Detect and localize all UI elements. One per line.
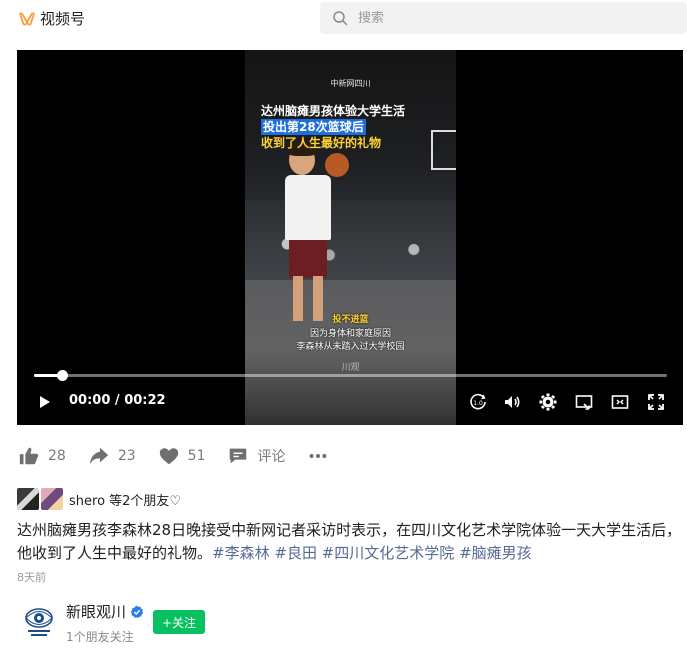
favorite-button[interactable]: 51 <box>158 445 206 467</box>
video-caption-line3: 收到了人生最好的礼物 <box>261 136 382 150</box>
volume-icon <box>505 396 520 408</box>
hashtag-link[interactable]: #李森林 <box>212 544 270 562</box>
search-input[interactable] <box>358 10 658 26</box>
duration: 00:22 <box>124 393 166 408</box>
search-icon <box>333 11 348 26</box>
time-separator: / <box>110 393 125 408</box>
video-subtitle-line1: 因为身体和家庭原因 <box>309 329 391 339</box>
cast-icon <box>575 395 593 410</box>
svg-text:1.0: 1.0 <box>473 400 483 407</box>
friends-liked-row[interactable]: shero 等2个朋友♡ <box>17 488 181 510</box>
fullscreen-icon <box>648 394 664 410</box>
playback-speed-button[interactable]: 1.0 <box>467 391 489 413</box>
heart-icon <box>159 448 178 465</box>
pip-icon <box>611 395 629 409</box>
current-time: 00:00 <box>69 393 111 408</box>
settings-button[interactable] <box>537 391 559 413</box>
share-arrow-icon <box>89 447 108 465</box>
volume-button[interactable] <box>501 391 523 413</box>
video-caption-line2: 投出第28次篮球后 <box>261 119 366 135</box>
comment-icon <box>230 448 247 464</box>
top-bar: 视频号 <box>0 0 687 38</box>
author-friend-follow: 1个朋友关注 <box>66 630 134 644</box>
post-time: 8天前 <box>17 571 46 584</box>
basketball-hoop <box>431 130 456 170</box>
video-boy-shorts <box>289 238 327 278</box>
author-avatar[interactable] <box>20 604 58 642</box>
progress-bar[interactable] <box>34 370 667 381</box>
author-name[interactable]: 新眼观川 <box>66 601 126 622</box>
hashtag-link[interactable]: #四川文化艺术学院 <box>322 544 455 562</box>
verified-badge-icon <box>130 605 144 618</box>
time-display: 00:00 / 00:22 <box>69 393 166 408</box>
more-dots-icon <box>310 453 327 459</box>
video-player[interactable]: 中新网四川 达州脑瘫男孩体验大学生活 投出第28次篮球后 收到了人生最好的礼物 … <box>17 50 683 425</box>
video-brand: 中新网四川 <box>330 79 371 88</box>
more-button[interactable] <box>307 445 329 467</box>
search-box[interactable] <box>320 2 687 34</box>
like-button[interactable]: 28 <box>18 445 66 467</box>
fullscreen-button[interactable] <box>645 391 667 413</box>
basketball <box>325 153 349 177</box>
play-button[interactable] <box>33 391 55 413</box>
app-name: 视频号 <box>40 10 86 28</box>
heart-count: 51 <box>187 448 206 464</box>
friend-avatar <box>41 488 63 510</box>
share-button[interactable]: 23 <box>88 445 136 467</box>
comment-button[interactable]: 评论 <box>227 445 285 467</box>
controls-overlay <box>17 350 683 425</box>
thumbs-up-icon <box>19 447 39 465</box>
play-icon <box>40 396 50 408</box>
channels-logo[interactable]: 视频号 <box>18 8 85 29</box>
cast-button[interactable] <box>573 391 595 413</box>
author-name-row[interactable]: 新眼观川 <box>66 601 144 622</box>
friend-avatar <box>17 488 39 510</box>
speed-icon: 1.0 <box>470 393 486 410</box>
channels-butterfly-icon <box>19 11 35 26</box>
gear-icon <box>539 393 557 411</box>
hashtag-link[interactable]: #脑瘫男孩 <box>459 544 532 562</box>
picture-in-picture-button[interactable] <box>609 391 631 413</box>
video-caption-line1: 达州脑瘫男孩体验大学生活 <box>261 104 406 118</box>
hashtag-link[interactable]: #良田 <box>274 544 317 562</box>
share-count: 23 <box>117 448 136 464</box>
action-bar: 28 23 51 评论 <box>18 443 351 469</box>
follow-button[interactable]: +关注 <box>153 610 205 634</box>
video-boy-jersey <box>285 175 331 240</box>
post-description: 达州脑瘫男孩李森林28日晚接受中新网记者采访时表示，在四川文化艺术学院体验一天大… <box>17 519 685 565</box>
like-count: 28 <box>48 448 66 464</box>
video-subtitle-tag: 投不进篮 <box>332 315 369 325</box>
comment-label: 评论 <box>257 449 286 465</box>
friends-liked-text: shero 等2个朋友♡ <box>69 493 182 509</box>
